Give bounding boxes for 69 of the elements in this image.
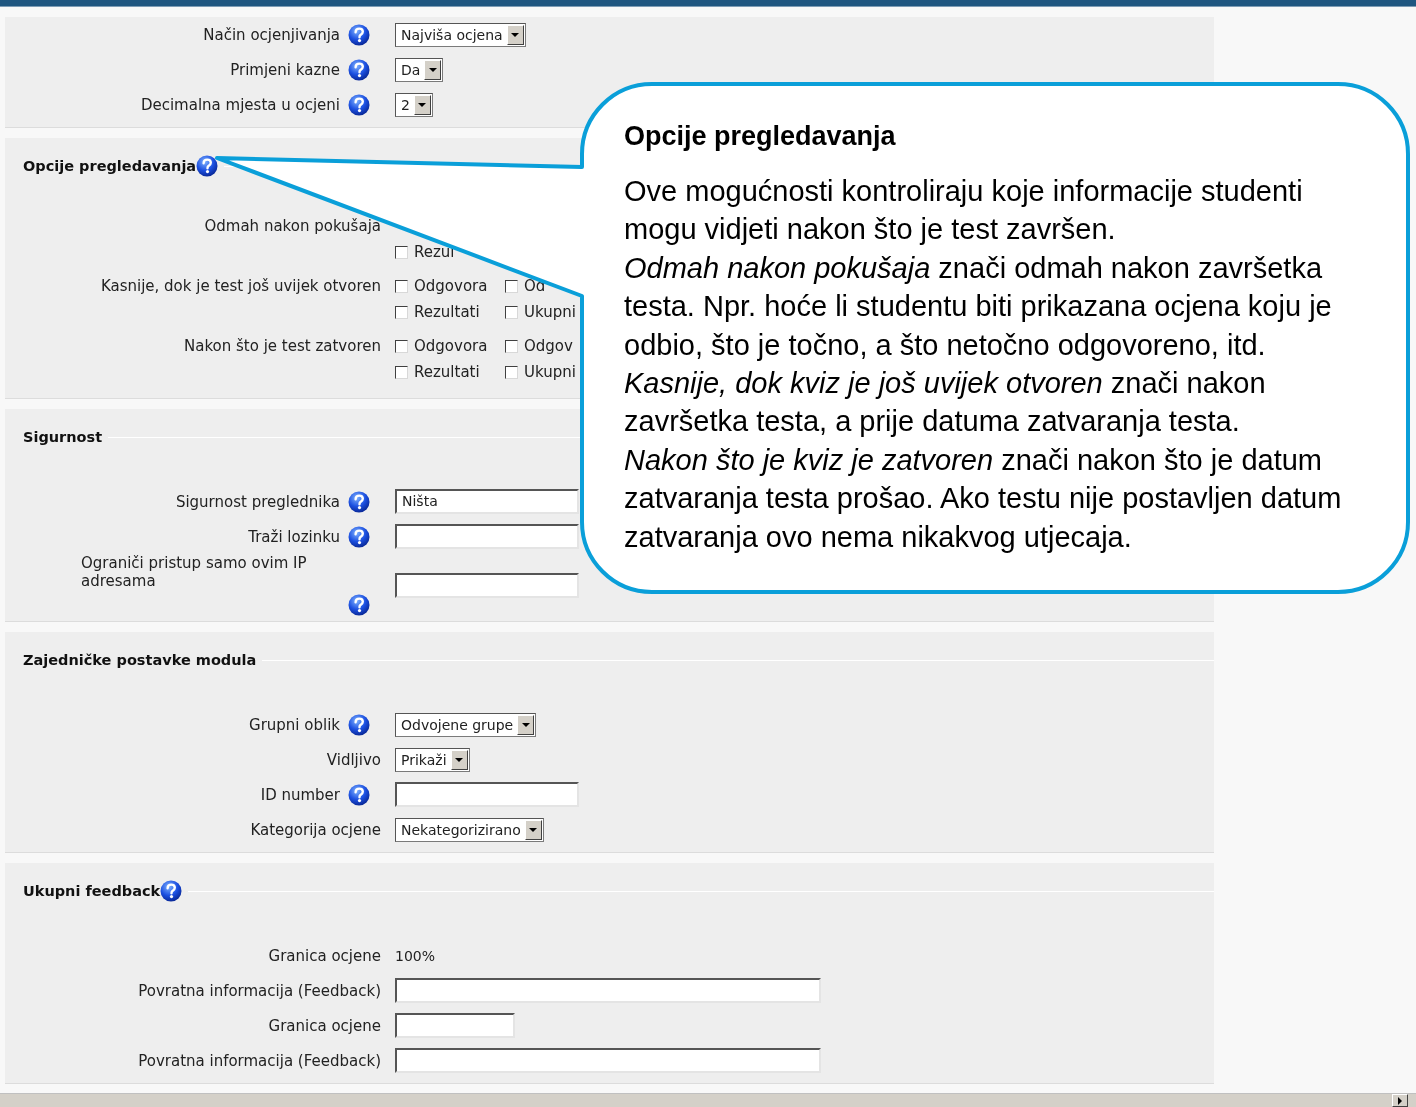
field-label: Povratna informacija (Feedback) — [138, 1051, 381, 1070]
field-label: Odmah nakon pokušaja — [204, 217, 381, 235]
section-title: Opcije pregledavanja — [23, 158, 197, 174]
field-label: Grupni oblik — [249, 715, 340, 734]
checkbox[interactable] — [505, 279, 518, 293]
section-title: Zajedničke postavke modula — [23, 652, 257, 668]
field-label: Granica ocjene — [268, 1016, 381, 1035]
field-label: Nakon što je test zatvoren — [184, 337, 381, 355]
checkbox-label: Ukupni — [524, 363, 576, 381]
checkbox[interactable] — [395, 339, 408, 353]
text-field[interactable]: Ništa — [395, 489, 579, 514]
checkbox[interactable] — [395, 245, 408, 259]
field-label: Granica ocjene — [268, 946, 381, 965]
checkbox-label: Odgovora — [414, 277, 488, 295]
callout-title: Opcije pregledavanja — [624, 120, 897, 153]
callout-text: Nakon što je kviz je zatvoren znači nakon što je datum zatvaranja testa prošao. Ako testu nije postavljen datum zatvaranja ovo nema nikakvog utjecaja. — [624, 442, 1343, 555]
help-icon[interactable] — [348, 490, 370, 513]
help-icon[interactable] — [348, 23, 370, 46]
dropdown[interactable]: Najviša ocjena — [395, 22, 526, 47]
field-label: Sigurnost preglednika — [175, 492, 340, 511]
field-label: Povratna informacija (Feedback) — [138, 981, 381, 1000]
field-label: ID number — [260, 785, 340, 804]
field-label: Decimalna mjesta u ocjeni — [140, 95, 340, 114]
field-label: Traži lozinku — [248, 527, 340, 546]
callout-text: Odmah nakon pokušaja znači odmah nakon završetka testa. Npr. hoće li studentu biti prikazana ocjena koju je odbio, što je točno, a što netočno odgovoreno, itd. — [624, 250, 1333, 363]
dropdown[interactable]: Da — [395, 57, 444, 82]
text-field[interactable] — [395, 978, 821, 1003]
dropdown[interactable]: 2 — [395, 92, 433, 117]
help-icon[interactable] — [348, 713, 370, 736]
section-title: Sigurnost — [23, 429, 103, 445]
text-field[interactable] — [395, 1013, 515, 1038]
scroll-right-button[interactable] — [1392, 1094, 1408, 1107]
callout-text: Kasnije, dok kviz je još uvijek otvoren znači nakon završetka testa, a prije datuma zatvaranja testa. — [624, 366, 1267, 440]
dropdown[interactable]: Prikaži — [395, 747, 470, 772]
help-icon[interactable] — [348, 594, 370, 616]
checkbox[interactable] — [505, 305, 518, 319]
field-label: Način ocjenjivanja — [203, 25, 340, 44]
text-field[interactable] — [395, 524, 579, 549]
value-text: 100% — [395, 947, 436, 964]
checkbox[interactable] — [395, 279, 408, 293]
dropdown[interactable]: Nekategorizirano — [395, 817, 544, 842]
checkbox-label: Odgov — [524, 337, 573, 355]
checkbox-label: Rezultati — [414, 363, 480, 381]
checkbox[interactable] — [505, 365, 518, 379]
checkbox-label: Rezultati — [414, 303, 480, 321]
help-icon[interactable] — [348, 525, 370, 548]
field-label: Vidljivo — [326, 750, 381, 769]
checkbox[interactable] — [395, 305, 408, 319]
callout-text: Ove mogućnosti kontroliraju koje informacije studenti mogu vidjeti nakon što je test završen. — [624, 174, 1304, 248]
field-label: Kategorija ocjene — [250, 820, 381, 839]
field-label: Ograniči pristup samo ovim IP adresama — [81, 554, 308, 590]
help-icon[interactable] — [348, 93, 370, 116]
section-title: Ukupni feedback — [23, 883, 161, 899]
help-icon[interactable] — [348, 58, 370, 81]
checkbox[interactable] — [505, 339, 518, 353]
text-field[interactable] — [395, 572, 579, 598]
dropdown[interactable]: Odvojene grupe — [395, 712, 537, 737]
help-icon[interactable] — [196, 155, 219, 177]
checkbox-label: Odgovora — [414, 337, 488, 355]
checkbox[interactable] — [395, 365, 408, 379]
help-icon[interactable] — [160, 880, 183, 902]
checkbox-label: Ukupni — [524, 303, 576, 321]
text-field[interactable] — [395, 1048, 821, 1073]
field-label: Primjeni kazne — [230, 60, 340, 79]
text-field[interactable] — [395, 782, 579, 807]
help-icon[interactable] — [348, 783, 370, 806]
horizontal-scrollbar[interactable] — [0, 1093, 1416, 1107]
field-label: Kasnije, dok je test još uvijek otvoren — [100, 277, 381, 295]
checkbox-label: Rezul — [414, 243, 455, 261]
